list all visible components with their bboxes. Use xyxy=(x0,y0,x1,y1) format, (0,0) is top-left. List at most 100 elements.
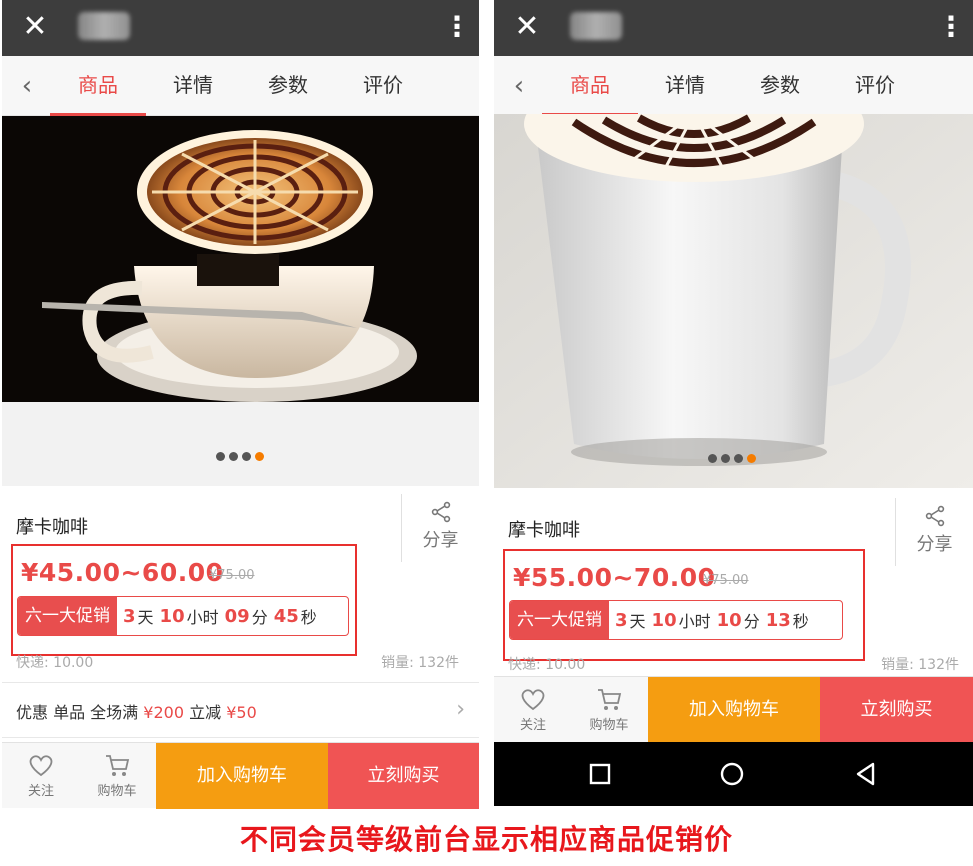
cart-shortcut[interactable]: 购物车 xyxy=(80,743,154,809)
promo-price: ¥45.00~60.00 xyxy=(21,558,224,587)
app-header-bar: ✕ ⋮ xyxy=(494,0,973,56)
product-image-carousel[interactable] xyxy=(2,116,479,486)
product-info-panel: 摩卡咖啡 分享 ¥45.00~60.00 ¥75.00 六一大促销 3 天 10… xyxy=(2,486,479,682)
carousel-dot[interactable] xyxy=(229,452,238,461)
promo-tag: 六一大促销 xyxy=(510,601,609,639)
sales-count: 销量: 132件 xyxy=(881,657,959,673)
countdown-hours-unit: 小时 xyxy=(678,612,711,631)
coupon-discount: ¥50 xyxy=(226,703,257,722)
chevron-right-icon: › xyxy=(456,697,465,722)
countdown-hours: 10 xyxy=(159,605,185,627)
carousel-dots xyxy=(216,452,264,461)
coupon-text: 优惠 单品 全场满 ¥200 立减 ¥50 xyxy=(16,699,257,723)
countdown-days: 3 xyxy=(123,605,136,627)
bottom-action-bar: 关注 购物车 加入购物车 立刻购买 xyxy=(494,676,973,743)
countdown-minutes-unit: 分 xyxy=(743,612,760,631)
share-icon xyxy=(431,501,450,523)
follow-label: 关注 xyxy=(519,718,546,733)
tab-product[interactable]: 商品 xyxy=(50,56,146,116)
right-phone-screen: ✕ ⋮ ‹ 商品 详情 参数 评价 摩卡咖啡 分享 ¥55.00~70.00 ¥… xyxy=(494,0,973,808)
follow-button[interactable]: 关注 xyxy=(496,677,570,743)
promo-price: ¥55.00~70.00 xyxy=(513,563,716,592)
countdown-hours-unit: 小时 xyxy=(186,608,219,627)
coupon-threshold: ¥200 xyxy=(143,703,184,722)
countdown-days: 3 xyxy=(615,609,628,631)
countdown-minutes: 09 xyxy=(224,605,250,627)
tab-params[interactable]: 参数 xyxy=(732,56,828,116)
carousel-dot[interactable] xyxy=(708,454,717,463)
original-price: ¥75.00 xyxy=(209,568,255,583)
coffee-mug-image xyxy=(494,114,973,488)
more-icon[interactable]: ⋮ xyxy=(937,10,965,44)
more-icon[interactable]: ⋮ xyxy=(443,10,471,44)
share-button[interactable]: 分享 xyxy=(401,494,479,562)
countdown-seconds-unit: 秒 xyxy=(300,608,317,627)
coupon-label: 优惠 单品 全场满 xyxy=(16,703,139,722)
add-to-cart-button[interactable]: 加入购物车 xyxy=(156,743,328,809)
product-image-carousel[interactable] xyxy=(494,114,973,488)
carousel-dot[interactable] xyxy=(721,454,730,463)
carousel-dot[interactable] xyxy=(242,452,251,461)
tab-params[interactable]: 参数 xyxy=(240,56,336,116)
add-to-cart-button[interactable]: 加入购物车 xyxy=(648,677,820,743)
tab-details[interactable]: 详情 xyxy=(145,56,241,116)
share-button[interactable]: 分享 xyxy=(895,498,973,566)
countdown-seconds: 13 xyxy=(765,609,791,631)
share-label: 分享 xyxy=(422,530,459,551)
carousel-dot-active[interactable] xyxy=(747,454,756,463)
follow-button[interactable]: 关注 xyxy=(4,743,78,809)
countdown-minutes-unit: 分 xyxy=(251,608,268,627)
coupon-mid: 立减 xyxy=(189,703,222,722)
back-chevron-icon[interactable]: ‹ xyxy=(504,68,534,104)
carousel-dot-active[interactable] xyxy=(255,452,264,461)
tab-reviews[interactable]: 评价 xyxy=(335,56,431,116)
coupon-row[interactable]: 优惠 单品 全场满 ¥200 立减 ¥50 › xyxy=(2,682,479,738)
shipping-sales-row: 快递: 10.00 销量: 132件 xyxy=(16,652,459,672)
promo-price-highlight: ¥45.00~60.00 ¥75.00 六一大促销 3 天 10 小时 09 分… xyxy=(11,544,357,656)
back-chevron-icon[interactable]: ‹ xyxy=(12,68,42,104)
shipping-fee: 快递: 10.00 xyxy=(508,657,586,673)
countdown-days-unit: 天 xyxy=(629,612,646,631)
cart-shortcut[interactable]: 购物车 xyxy=(572,677,646,743)
tab-details[interactable]: 详情 xyxy=(637,56,733,116)
shipping-sales-row: 快递: 10.00 销量: 132件 xyxy=(508,654,959,674)
cart-icon xyxy=(598,689,622,710)
countdown-minutes: 10 xyxy=(716,609,742,631)
shipping-fee: 快递: 10.00 xyxy=(16,655,94,671)
close-icon[interactable]: ✕ xyxy=(18,10,52,44)
promo-countdown: 六一大促销 3 天 10 小时 10 分 13 秒 xyxy=(509,600,843,640)
coffee-cup-image xyxy=(2,116,479,402)
countdown-seconds-unit: 秒 xyxy=(792,612,809,631)
carousel-dot[interactable] xyxy=(734,454,743,463)
nav-back-icon[interactable] xyxy=(846,754,886,794)
buy-now-button[interactable]: 立刻购买 xyxy=(328,743,479,809)
share-icon xyxy=(925,505,944,527)
countdown-seconds: 45 xyxy=(273,605,299,627)
nav-home-icon[interactable] xyxy=(712,754,752,794)
buy-now-button[interactable]: 立刻购买 xyxy=(820,677,973,743)
countdown-hours: 10 xyxy=(651,609,677,631)
close-icon[interactable]: ✕ xyxy=(510,10,544,44)
android-nav-bar xyxy=(494,742,973,806)
promo-tag: 六一大促销 xyxy=(18,597,117,635)
carousel-dots xyxy=(708,454,756,463)
left-phone-screen: ✕ ⋮ ‹ 商品 详情 参数 评价 摩卡咖啡 分享 ¥45.00~60.00 ¥… xyxy=(2,0,479,810)
follow-label: 关注 xyxy=(27,784,54,799)
carousel-dot[interactable] xyxy=(216,452,225,461)
product-info-panel: 摩卡咖啡 分享 ¥55.00~70.00 ¥75.00 六一大促销 3 天 10… xyxy=(494,488,973,678)
tab-product[interactable]: 商品 xyxy=(542,56,638,116)
promo-countdown: 六一大促销 3 天 10 小时 09 分 45 秒 xyxy=(17,596,349,636)
cart-label: 购物车 xyxy=(97,784,137,799)
bottom-action-bar: 关注 购物车 加入购物车 立刻购买 xyxy=(2,742,479,809)
product-name: 摩卡咖啡 xyxy=(16,517,88,538)
blurred-page-title xyxy=(78,12,130,40)
sales-count: 销量: 132件 xyxy=(381,655,459,671)
cart-label: 购物车 xyxy=(589,718,629,733)
promo-caption: 不同会员等级前台显示相应商品促销价 xyxy=(239,823,733,856)
tab-reviews[interactable]: 评价 xyxy=(827,56,923,116)
heart-icon xyxy=(29,755,53,777)
blurred-page-title xyxy=(570,12,622,40)
countdown-days-unit: 天 xyxy=(137,608,154,627)
cart-icon xyxy=(106,755,130,776)
nav-recents-icon[interactable] xyxy=(580,754,620,794)
